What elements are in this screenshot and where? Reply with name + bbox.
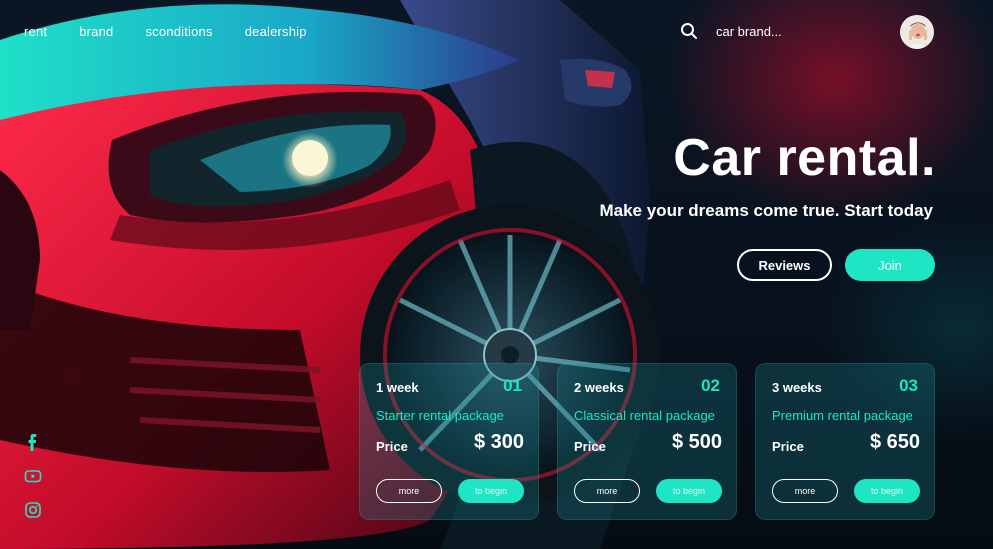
page: rent brand sconditions dealership car br… — [0, 0, 993, 549]
card-price-label: Price — [574, 439, 606, 454]
begin-button[interactable]: to begin — [458, 479, 524, 503]
join-button[interactable]: Join — [845, 249, 935, 281]
begin-button[interactable]: to begin — [656, 479, 722, 503]
search-bar[interactable]: car brand... — [680, 22, 782, 40]
card-period: 3 weeks — [772, 380, 822, 395]
card-price-label: Price — [772, 439, 804, 454]
card-price: $ 300 — [473, 431, 524, 453]
social-links — [24, 432, 42, 520]
card-number: 03 — [899, 376, 918, 395]
rental-card-3: 3 weeks 03 Premium rental package Price … — [755, 363, 935, 520]
card-package: Classical rental package — [574, 408, 715, 423]
card-number: 01 — [503, 376, 522, 395]
more-button[interactable]: more — [772, 479, 838, 503]
begin-button[interactable]: to begin — [854, 479, 920, 503]
card-period: 2 weeks — [574, 380, 624, 395]
avatar[interactable] — [900, 15, 934, 49]
card-number: 02 — [701, 376, 720, 395]
search-input[interactable]: car brand... — [716, 24, 782, 39]
card-period: 1 week — [376, 380, 419, 395]
nav-item-rent[interactable]: rent — [24, 24, 47, 39]
youtube-icon[interactable] — [24, 466, 42, 486]
nav-item-sconditions[interactable]: sconditions — [145, 24, 212, 39]
instagram-icon[interactable] — [24, 500, 42, 520]
card-price: $ 650 — [869, 431, 920, 453]
search-icon[interactable] — [680, 22, 698, 40]
rental-card-2: 2 weeks 02 Classical rental package Pric… — [557, 363, 737, 520]
more-button[interactable]: more — [376, 479, 442, 503]
hero-subtitle: Make your dreams come true. Start today — [599, 201, 933, 220]
facebook-icon[interactable] — [24, 432, 42, 452]
hero-title: Car rental. — [673, 129, 936, 187]
nav-item-brand[interactable]: brand — [79, 24, 113, 39]
more-button[interactable]: more — [574, 479, 640, 503]
top-nav: rent brand sconditions dealership — [24, 24, 339, 39]
card-price-label: Price — [376, 439, 408, 454]
rental-card-1: 1 week 01 Starter rental package Price $… — [359, 363, 539, 520]
card-price: $ 500 — [671, 431, 722, 453]
nav-item-dealership[interactable]: dealership — [245, 24, 307, 39]
reviews-button[interactable]: Reviews — [737, 249, 832, 281]
card-package: Premium rental package — [772, 408, 913, 423]
card-package: Starter rental package — [376, 408, 504, 423]
